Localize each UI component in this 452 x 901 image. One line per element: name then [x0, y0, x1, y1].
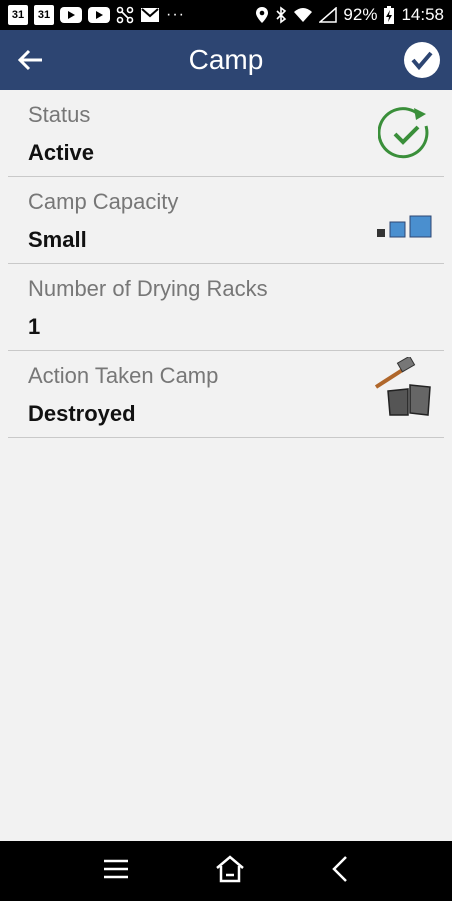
check-circle-icon: [404, 42, 440, 78]
field-label: Number of Drying Racks: [28, 276, 268, 301]
field-label: Status: [28, 102, 91, 127]
status-bar: 31 31 ··· 92% 14:58: [0, 0, 452, 30]
page-title: Camp: [188, 44, 264, 75]
active-check-icon: [377, 104, 434, 167]
youtube-icon: [88, 7, 110, 23]
field-label: Camp Capacity: [28, 189, 179, 214]
hamburger-menu-icon: [104, 859, 128, 878]
field-camp-capacity[interactable]: Camp Capacity Small: [8, 177, 444, 264]
back-nav-button[interactable]: [330, 855, 350, 888]
network-icon: [116, 6, 134, 24]
youtube-icon: [60, 7, 82, 23]
calendar-icon: 31: [8, 5, 28, 25]
field-label: Action Taken Camp: [28, 363, 219, 388]
field-value: Destroyed: [28, 401, 136, 426]
cell-signal-icon: [319, 7, 338, 23]
system-icons: 92% 14:58: [255, 5, 444, 25]
gmail-icon: [140, 7, 160, 23]
more-notifications-icon: ···: [166, 6, 185, 23]
system-navigation-bar: [0, 841, 452, 901]
location-icon: [255, 6, 269, 24]
field-value: Active: [28, 140, 95, 165]
field-drying-racks[interactable]: Number of Drying Racks 1: [8, 264, 444, 351]
confirm-button[interactable]: [392, 30, 452, 90]
clock: 14:58: [401, 5, 444, 24]
wifi-icon: [293, 7, 313, 23]
chevron-left-icon: [332, 855, 347, 882]
camp-details-list: Status Active Camp Capacity Small Number…: [0, 90, 452, 438]
arrow-left-icon: [17, 49, 42, 71]
back-button[interactable]: [0, 30, 60, 90]
battery-charging-icon: [383, 5, 395, 25]
app-bar: Camp: [0, 30, 452, 90]
menu-button[interactable]: [102, 858, 130, 885]
battery-percent: 92%: [343, 5, 378, 24]
capacity-small-icon: [376, 215, 434, 244]
field-action-taken[interactable]: Action Taken Camp Destroyed: [8, 351, 444, 438]
home-button[interactable]: [214, 854, 246, 888]
home-icon: [216, 854, 244, 882]
destroyed-hammer-icon: [374, 355, 434, 424]
field-value: Small: [28, 227, 87, 252]
field-value: 1: [28, 314, 41, 339]
calendar-icon: 31: [34, 5, 54, 25]
notification-icons: 31 31 ···: [8, 5, 185, 25]
bluetooth-icon: [275, 6, 287, 24]
field-status[interactable]: Status Active: [8, 90, 444, 177]
